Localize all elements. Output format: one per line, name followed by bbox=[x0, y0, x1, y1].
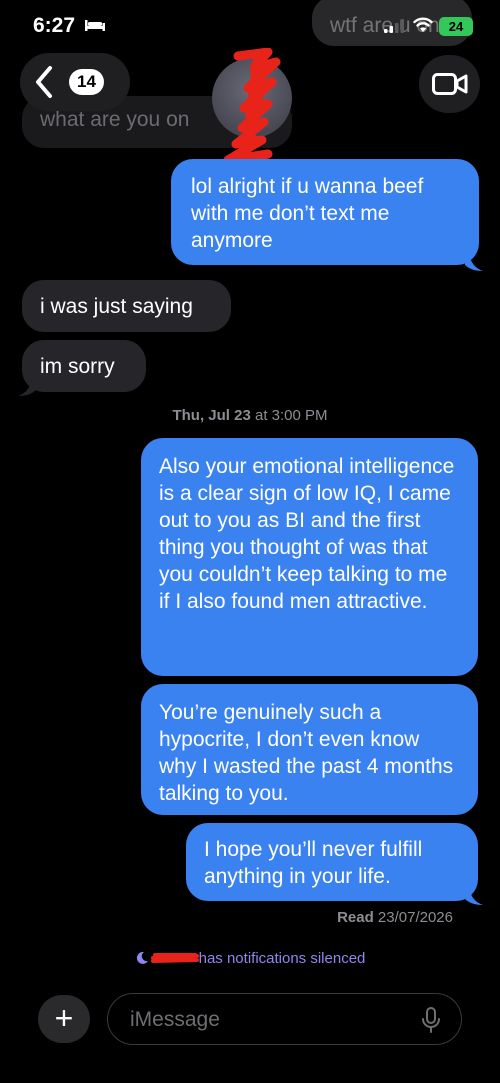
sleep-focus-icon bbox=[85, 20, 105, 31]
timestamp-time: at 3:00 PM bbox=[254, 407, 328, 424]
status-time: 6:27 bbox=[33, 14, 76, 37]
bubble-tail bbox=[18, 378, 36, 396]
message-bubble-outgoing[interactable]: I hope you’ll never fulfill anything in … bbox=[186, 823, 478, 901]
notifications-silenced-notice: has notifications silenced bbox=[0, 950, 500, 967]
battery-indicator: 24 bbox=[439, 17, 473, 36]
notice-text: has notifications silenced bbox=[198, 950, 366, 967]
read-label: Read bbox=[337, 909, 374, 926]
chevron-left-icon bbox=[36, 66, 52, 98]
back-button[interactable]: 14 bbox=[20, 53, 130, 111]
bubble-tail bbox=[465, 253, 483, 271]
moon-icon bbox=[136, 951, 148, 964]
input-placeholder: iMessage bbox=[130, 1008, 220, 1031]
message-bubble-incoming[interactable]: i was just saying bbox=[22, 280, 231, 332]
imessage-input[interactable]: iMessage bbox=[107, 993, 462, 1045]
message-bubble-incoming[interactable]: im sorry bbox=[22, 340, 146, 392]
cellular-signal-icon bbox=[384, 19, 404, 33]
redaction-scribble bbox=[150, 953, 199, 963]
message-text: I hope you’ll never fulfill anything in … bbox=[204, 838, 423, 888]
video-camera-icon bbox=[432, 73, 468, 95]
read-receipt: Read 23/07/2026 bbox=[0, 909, 453, 926]
facetime-video-button[interactable] bbox=[419, 55, 480, 113]
bubble-tail bbox=[465, 887, 483, 905]
message-bubble-outgoing[interactable]: Also your emotional intelligence is a cl… bbox=[141, 438, 478, 676]
read-date: 23/07/2026 bbox=[377, 909, 453, 926]
battery-level: 24 bbox=[448, 19, 464, 34]
message-bubble-outgoing[interactable]: lol alright if u wanna beef with me don’… bbox=[171, 159, 479, 265]
add-attachment-button[interactable]: + bbox=[38, 995, 90, 1043]
timestamp-day: Thu, Jul 23 bbox=[172, 407, 251, 424]
message-text: im sorry bbox=[40, 355, 115, 378]
unread-count-badge: 14 bbox=[69, 69, 104, 95]
message-text: i was just saying bbox=[40, 295, 193, 318]
message-bubble-outgoing[interactable]: You’re genuinely such a hypocrite, I don… bbox=[141, 684, 478, 815]
message-text: You’re genuinely such a hypocrite, I don… bbox=[159, 701, 454, 805]
wifi-icon bbox=[413, 17, 433, 32]
message-text: what are you on bbox=[40, 108, 190, 131]
message-text: Also your emotional intelligence is a cl… bbox=[159, 455, 455, 613]
microphone-icon[interactable] bbox=[421, 1007, 441, 1033]
message-text: lol alright if u wanna beef with me don’… bbox=[191, 175, 424, 252]
conversation-timestamp: Thu, Jul 23 at 3:00 PM bbox=[0, 407, 500, 424]
